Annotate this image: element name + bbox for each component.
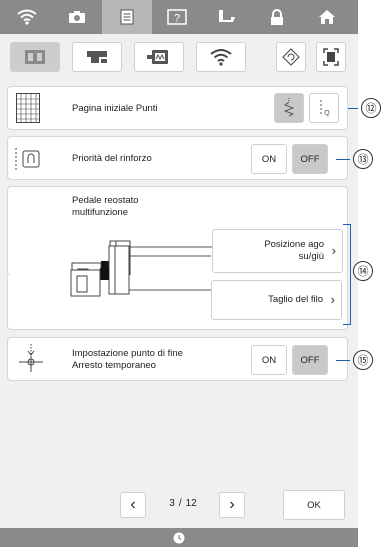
tab-sewing-settings[interactable] [72, 42, 122, 72]
end-point-panel: Impostazione punto di fine Arresto tempo… [7, 337, 348, 381]
chevron-right-icon: › [229, 496, 235, 513]
start-page-label: Pagina iniziale Punti [72, 103, 158, 114]
svg-text:Q: Q [324, 110, 330, 117]
reinforce-panel: Priorità del rinforzo ON OFF [7, 136, 348, 180]
end-point-icon [18, 344, 44, 379]
settings-tabs [0, 34, 358, 80]
start-page-panel: Pagina iniziale Punti Q [7, 86, 348, 130]
chevron-right-icon: › [331, 243, 336, 258]
chevron-right-icon: › [330, 292, 335, 307]
callout-13-number: ⑬ [353, 149, 373, 169]
utility-stitch-button[interactable] [274, 93, 304, 123]
end-point-label-line2: Arresto temporaneo [72, 360, 156, 371]
foot-pedal-diagram [65, 232, 215, 309]
fit-screen-button[interactable] [316, 42, 346, 72]
pedal-label-line1: Pedale reostato [72, 195, 139, 206]
bottom-bar [0, 528, 358, 547]
chevron-left-icon: ‹ [130, 496, 136, 513]
ok-button[interactable]: OK [283, 490, 345, 520]
quilting-stitch-button[interactable]: Q [309, 93, 339, 123]
wireless-icon [210, 49, 232, 66]
embroidery-settings-icon [147, 50, 168, 64]
reinforce-off-button[interactable]: OFF [292, 144, 328, 174]
callout-14: ⑭ [350, 261, 373, 281]
callout-14-number: ⑭ [353, 261, 373, 281]
callout-15-number: ⑮ [353, 350, 373, 370]
tab-machine-settings[interactable] [10, 42, 60, 72]
document-icon[interactable] [102, 0, 152, 34]
sewing-settings-icon [87, 51, 107, 63]
needle-position-label: Posizione ago su/giù [264, 239, 324, 262]
top-bar: ? [0, 0, 358, 34]
machine-settings-icon [25, 50, 45, 64]
settings-screen: ? Pagina iniziale Punti Q Priorità del r… [0, 0, 358, 547]
page-indicator: 3 / 12 [152, 498, 214, 509]
needle-position-button[interactable]: Posizione ago su/giù › [212, 229, 343, 273]
pedal-label-line2: multifunzione [72, 207, 128, 218]
callout-12-number: ⑫ [361, 98, 381, 118]
page-separator: / [178, 498, 182, 509]
home-icon[interactable] [302, 0, 352, 34]
camera-icon[interactable] [52, 0, 102, 34]
page-next-button[interactable]: › [219, 492, 245, 518]
reinforce-stitch-icon [14, 147, 54, 176]
callout-12: ⑫ [348, 98, 381, 118]
end-point-off-button[interactable]: OFF [292, 345, 328, 375]
page-current: 3 [169, 498, 175, 509]
reinforce-on-button[interactable]: ON [251, 144, 287, 174]
thread-cut-button-face[interactable]: Taglio del filo › [211, 280, 342, 320]
reset-diamond-icon [282, 48, 300, 66]
straight-stitch-q-icon: Q [320, 100, 330, 117]
callout-13: ⑬ [336, 149, 373, 169]
end-point-on-button[interactable]: ON [251, 345, 287, 375]
settings-reset-button[interactable] [276, 42, 306, 72]
lock-icon[interactable] [252, 0, 302, 34]
tab-wireless[interactable] [196, 42, 246, 72]
thread-icon[interactable] [202, 0, 252, 34]
svg-text:?: ? [174, 13, 180, 25]
zigzag-stitch-icon [284, 98, 294, 117]
callout-15: ⑮ [336, 350, 373, 370]
reinforce-label: Priorità del rinforzo [72, 153, 152, 164]
page-total: 12 [185, 498, 197, 509]
clock-icon [173, 532, 185, 543]
stitch-grid-icon [16, 93, 40, 128]
tab-embroidery-settings[interactable] [134, 42, 184, 72]
page-prev-button[interactable]: ‹ [120, 492, 146, 518]
help-icon[interactable]: ? [152, 0, 202, 34]
fit-screen-icon [323, 48, 339, 66]
wifi-icon[interactable] [2, 0, 52, 34]
end-point-label-line1: Impostazione punto di fine [72, 348, 183, 359]
